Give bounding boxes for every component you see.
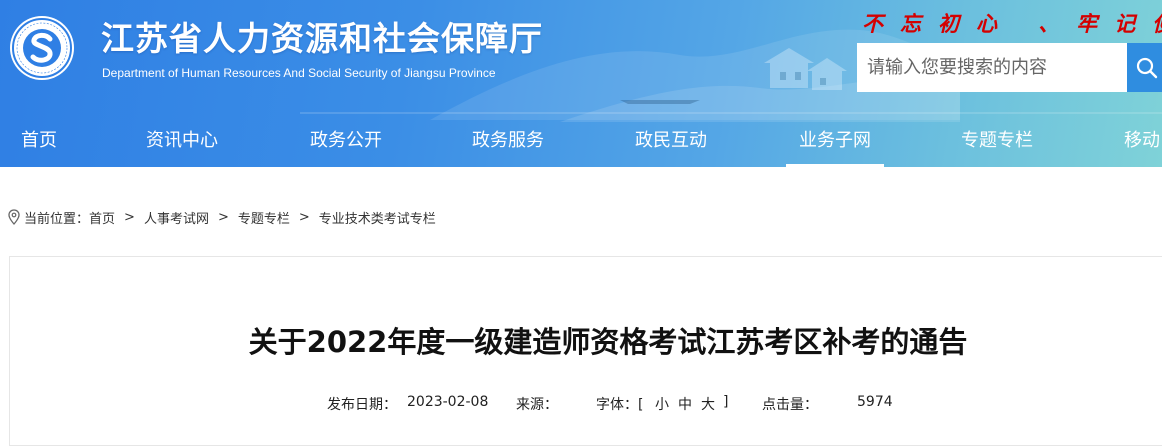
font-size-small[interactable]: 小 <box>655 394 669 414</box>
font-size-label: 字体：[ <box>596 397 644 413</box>
header-banner: 江苏省人力资源和社会保障厅 Department of Human Resour… <box>0 0 1162 167</box>
publish-date: 2023-02-08 <box>407 394 489 410</box>
search-icon <box>1136 57 1158 78</box>
breadcrumb: 当前位置： 首页 > 人事考试网 > 专题专栏 > 专业技术类考试专栏 <box>8 207 436 227</box>
font-size-large[interactable]: 大 <box>701 394 715 414</box>
nav-item-government-services[interactable]: 政务服务 <box>472 116 544 167</box>
breadcrumb-separator: > <box>124 209 135 225</box>
site-title: 江苏省人力资源和社会保障厅 <box>101 19 543 58</box>
nav-item-special-topics[interactable]: 专题专栏 <box>961 116 1033 167</box>
publish-date-label: 发布日期： <box>327 397 397 413</box>
nav-item-business-subsites[interactable]: 业务子网 <box>786 116 884 167</box>
nav-item-mobile[interactable]: 移动 <box>1124 116 1160 167</box>
article-title: 关于2022年度一级建造师资格考试江苏考区补考的通告 <box>248 325 968 359</box>
main-nav: 首页 资讯中心 政务公开 政务服务 政民互动 业务子网 专题专栏 移动 <box>0 116 1162 167</box>
font-size-bracket: ] <box>723 394 729 410</box>
breadcrumb-separator: > <box>298 209 310 225</box>
department-logo[interactable] <box>9 15 75 81</box>
breadcrumb-item-special-topics[interactable]: 专题专栏 <box>238 208 290 227</box>
font-size-medium[interactable]: 中 <box>678 394 692 414</box>
slogan: 不忘初心 、牢记使 <box>862 11 1162 36</box>
breadcrumb-item-exam-site[interactable]: 人事考试网 <box>144 208 209 227</box>
nav-item-government-affairs[interactable]: 政务公开 <box>310 116 382 167</box>
breadcrumb-item-home[interactable]: 首页 <box>89 208 115 227</box>
breadcrumb-separator: > <box>217 209 229 225</box>
views-label: 点击量： <box>762 397 818 413</box>
breadcrumb-prefix: 当前位置： <box>24 211 90 227</box>
views-count: 5974 <box>857 394 893 410</box>
search-button[interactable] <box>1127 43 1162 92</box>
nav-item-public-interaction[interactable]: 政民互动 <box>635 116 707 167</box>
breadcrumb-item-professional-exams[interactable]: 专业技术类考试专栏 <box>319 208 436 227</box>
nav-item-home[interactable]: 首页 <box>21 116 57 167</box>
site-subtitle: Department of Human Resources And Social… <box>102 66 496 80</box>
location-pin-icon <box>8 209 20 225</box>
nav-item-news-center[interactable]: 资讯中心 <box>146 116 218 167</box>
source-label: 来源： <box>516 397 558 413</box>
search-input[interactable] <box>857 43 1127 92</box>
